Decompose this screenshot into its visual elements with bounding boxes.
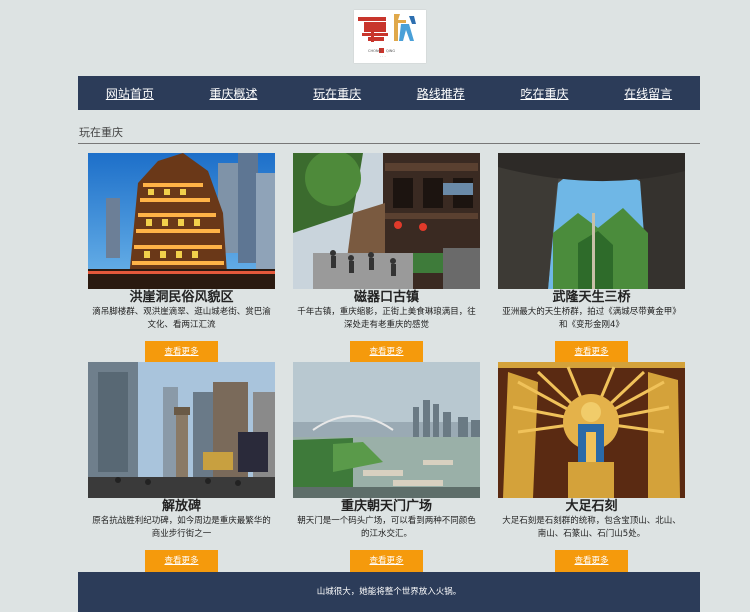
attraction-title: 洪崖洞民俗风貌区 [129,290,234,305]
svg-text:· · ·: · · · [380,55,386,59]
logo-sub-left: CHONG [368,49,381,53]
main-nav: 网站首页 重庆概述 玩在重庆 路线推荐 吃在重庆 在线留言 [78,76,700,110]
nav-item-routes[interactable]: 路线推荐 [417,85,465,102]
nav-item-message[interactable]: 在线留言 [624,85,672,102]
logo-sub-right: QING [386,49,395,53]
nav-item-overview[interactable]: 重庆概述 [209,85,257,102]
section-divider [78,143,700,144]
attraction-description: 朝天门是一个码头广场，可以看到两种不同颜色的江水交汇。 [297,516,476,539]
nav-item-food[interactable]: 吃在重庆 [520,85,568,102]
view-more-button[interactable]: 查看更多 [145,341,218,363]
site-logo[interactable]: CHONG QING · · · [354,10,426,63]
attraction-card: 重庆朝天门广场 朝天门是一个码头广场，可以看到两种不同颜色的江水交汇。 查看更多 [293,362,480,572]
view-more-button[interactable]: 查看更多 [555,550,628,572]
attraction-image[interactable] [498,362,685,498]
attraction-card: 武隆天生三桥 亚洲最大的天生桥群，拍过《满城尽带黄金甲》和《变形金刚4》 查看更… [498,153,685,363]
attraction-image[interactable] [88,153,275,289]
nav-item-home[interactable]: 网站首页 [106,85,154,102]
attraction-image[interactable] [498,153,685,289]
attraction-card: 解放碑 原名抗战胜利纪功碑，如今周边是重庆最繁华的商业步行街之一 查看更多 [88,362,275,572]
attraction-card: 磁器口古镇 千年古镇，重庆缩影，正街上美食琳琅满目，往深处走有老重庆的感觉 查看… [293,153,480,363]
attraction-card: 大足石刻 大足石刻是石刻群的统称，包含宝顶山、北山、南山、石篆山、石门山5处。 … [498,362,685,572]
attraction-description: 原名抗战胜利纪功碑，如今周边是重庆最繁华的商业步行街之一 [92,516,271,539]
attraction-image[interactable] [293,153,480,289]
attraction-card: 洪崖洞民俗风貌区 滴吊脚楼群、观洪崖滴翠、逛山城老街、赏巴渝文化、看两江汇流 查… [88,153,275,363]
attraction-image[interactable] [88,362,275,498]
section-title: 玩在重庆 [79,126,123,139]
attraction-title: 武隆天生三桥 [552,290,631,305]
attraction-description: 亚洲最大的天生桥群，拍过《满城尽带黄金甲》和《变形金刚4》 [502,307,681,330]
view-more-button[interactable]: 查看更多 [555,341,628,363]
site-footer: 山城很大，她能将整个世界放入火锅。 [78,572,700,612]
attraction-title: 大足石刻 [565,499,618,514]
view-more-button[interactable]: 查看更多 [350,550,423,572]
view-more-button[interactable]: 查看更多 [145,550,218,572]
attraction-title: 重庆朝天门广场 [340,499,432,514]
attraction-description: 千年古镇，重庆缩影，正街上美食琳琅满目，往深处走有老重庆的感觉 [297,307,476,330]
nav-item-play[interactable]: 玩在重庆 [313,85,361,102]
attraction-description: 滴吊脚楼群、观洪崖滴翠、逛山城老街、赏巴渝文化、看两江汇流 [92,307,271,330]
attraction-title: 解放碑 [161,499,201,514]
attraction-description: 大足石刻是石刻群的统称，包含宝顶山、北山、南山、石篆山、石门山5处。 [502,516,681,539]
attraction-image[interactable] [293,362,480,498]
view-more-button[interactable]: 查看更多 [350,341,423,363]
attraction-title: 磁器口古镇 [353,290,419,305]
